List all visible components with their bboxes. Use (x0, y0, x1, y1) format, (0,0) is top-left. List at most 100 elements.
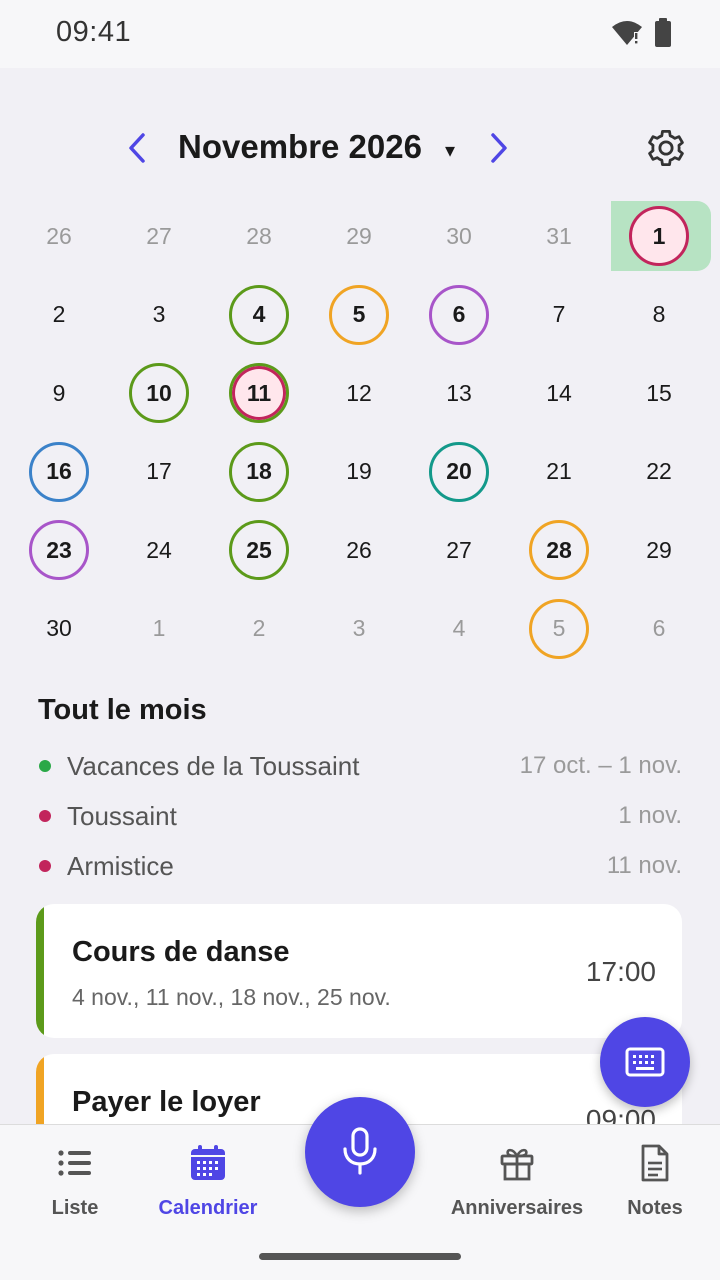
day-number: 28 (246, 222, 272, 249)
event-ring: 5 (329, 284, 389, 345)
calendar-day[interactable]: 6 (609, 590, 709, 668)
event-ring: 16 (29, 441, 89, 502)
day-number: 6 (452, 301, 466, 327)
calendar-day[interactable]: 2 (9, 276, 109, 354)
calendar-day[interactable]: 3 (109, 276, 209, 354)
wifi-alert-icon (610, 19, 644, 52)
calendar-day[interactable]: 8 (609, 276, 709, 354)
calendar-day[interactable]: 15 (609, 354, 709, 432)
day-number: 14 (546, 379, 572, 406)
calendar-day-with-event[interactable]: 5 (309, 276, 409, 354)
day-number: 1 (652, 222, 666, 249)
calendar-day[interactable]: 13 (409, 354, 509, 432)
calendar-day[interactable]: 30 (9, 590, 109, 668)
nav-liste[interactable]: Liste (0, 1143, 150, 1220)
event-ring: 6 (429, 284, 489, 345)
calendar-day[interactable]: 17 (109, 433, 209, 511)
day-number: 9 (52, 379, 66, 406)
calendar-day[interactable]: 2 (209, 590, 309, 668)
calendar-day[interactable]: 21 (509, 433, 609, 511)
calendar-day-with-event[interactable]: 25 (209, 511, 309, 589)
calendar-day[interactable]: 29 (609, 511, 709, 589)
event-date: 1 nov. (618, 802, 682, 829)
calendar-day-with-event[interactable]: 1 (609, 197, 709, 275)
event-date: 11 nov. (606, 852, 682, 879)
calendar-day[interactable]: 27 (109, 197, 209, 275)
calendar-day-with-event[interactable]: 20 (409, 433, 509, 511)
keyboard-input-button[interactable] (600, 1017, 690, 1107)
day-number: 12 (346, 379, 372, 406)
keyboard-icon (625, 1047, 665, 1077)
month-event-item[interactable]: Toussaint 1 nov. (38, 796, 682, 836)
event-ring: 4 (229, 284, 289, 345)
status-time: 09:41 (56, 16, 132, 48)
calendar-day[interactable]: 31 (509, 197, 609, 275)
day-number: 19 (346, 458, 372, 484)
calendar-day[interactable]: 4 (409, 590, 509, 668)
calendar-day[interactable]: 14 (509, 354, 609, 432)
month-event-item[interactable]: Vacances de la Toussaint 17 oct. – 1 nov… (38, 746, 682, 786)
event-ring: 20 (429, 441, 489, 502)
calendar-day-with-event[interactable]: 16 (9, 433, 109, 511)
month-title[interactable]: Novembre 2026 (178, 128, 422, 166)
calendar-day-with-event[interactable]: 18 (209, 433, 309, 511)
event-dot (39, 760, 51, 772)
list-icon (58, 1150, 91, 1176)
calendar-day-with-event[interactable]: 6 (409, 276, 509, 354)
day-number: 28 (546, 536, 572, 563)
calendar-day[interactable]: 9 (9, 354, 109, 432)
calendar-day-with-event[interactable]: 28 (509, 511, 609, 589)
nav-liste-label: Liste (51, 1197, 99, 1219)
event-card[interactable]: Cours de danse 4 nov., 11 nov., 18 nov.,… (36, 904, 682, 1038)
day-number: 6 (652, 615, 666, 641)
day-number: 5 (352, 301, 366, 327)
calendar-header: Novembre 2026 ▾ (0, 118, 720, 178)
calendar-day-with-event[interactable]: 10 (109, 354, 209, 432)
voice-input-button[interactable] (305, 1097, 415, 1207)
home-indicator[interactable] (259, 1253, 461, 1260)
calendar-day[interactable]: 28 (209, 197, 309, 275)
calendar-day[interactable]: 19 (309, 433, 409, 511)
card-time: 17:00 (585, 956, 656, 987)
nav-anniversaires[interactable]: Anniversaires (442, 1143, 592, 1220)
status-icons (610, 18, 672, 53)
calendar-icon (191, 1145, 225, 1180)
day-number: 24 (146, 536, 172, 563)
settings-button[interactable] (642, 124, 690, 172)
day-number: 17 (146, 458, 172, 484)
day-number: 27 (146, 222, 172, 249)
month-event-item[interactable]: Armistice 11 nov. (38, 846, 682, 886)
calendar-day[interactable]: 7 (509, 276, 609, 354)
nav-calendrier-label: Calendrier (158, 1197, 258, 1219)
day-number: 2 (52, 301, 66, 327)
day-number: 26 (46, 222, 72, 249)
calendar-day-with-event[interactable]: 5 (509, 590, 609, 668)
calendar-day[interactable]: 22 (609, 433, 709, 511)
calendar-day[interactable]: 29 (309, 197, 409, 275)
event-ring: 1 (629, 206, 689, 266)
calendar-day[interactable]: 30 (409, 197, 509, 275)
previous-month-button[interactable] (120, 128, 154, 168)
gift-icon (500, 1148, 534, 1181)
calendar-day[interactable]: 26 (9, 197, 109, 275)
event-name: Armistice (67, 850, 174, 881)
event-ring: 25 (229, 520, 289, 580)
nav-notes[interactable]: Notes (580, 1143, 720, 1220)
day-number: 31 (546, 222, 572, 249)
month-events-title: Tout le mois (38, 694, 207, 726)
calendar-day[interactable]: 3 (309, 590, 409, 668)
calendar-day-with-event[interactable]: 4 (209, 276, 309, 354)
next-month-button[interactable] (482, 128, 516, 168)
calendar-day[interactable]: 12 (309, 354, 409, 432)
calendar-day-with-event[interactable]: 23 (9, 511, 109, 589)
nav-calendrier[interactable]: Calendrier (133, 1143, 283, 1220)
calendar-day[interactable]: 26 (309, 511, 409, 589)
chevron-left-icon (129, 133, 145, 163)
calendar-day[interactable]: 1 (109, 590, 209, 668)
calendar-day[interactable]: 24 (109, 511, 209, 589)
calendar-day[interactable]: 27 (409, 511, 509, 589)
microphone-icon (343, 1127, 377, 1175)
month-dropdown-caret-icon[interactable]: ▾ (445, 138, 455, 163)
calendar-day-with-event[interactable]: 11 (209, 354, 309, 432)
event-dot (39, 810, 51, 822)
